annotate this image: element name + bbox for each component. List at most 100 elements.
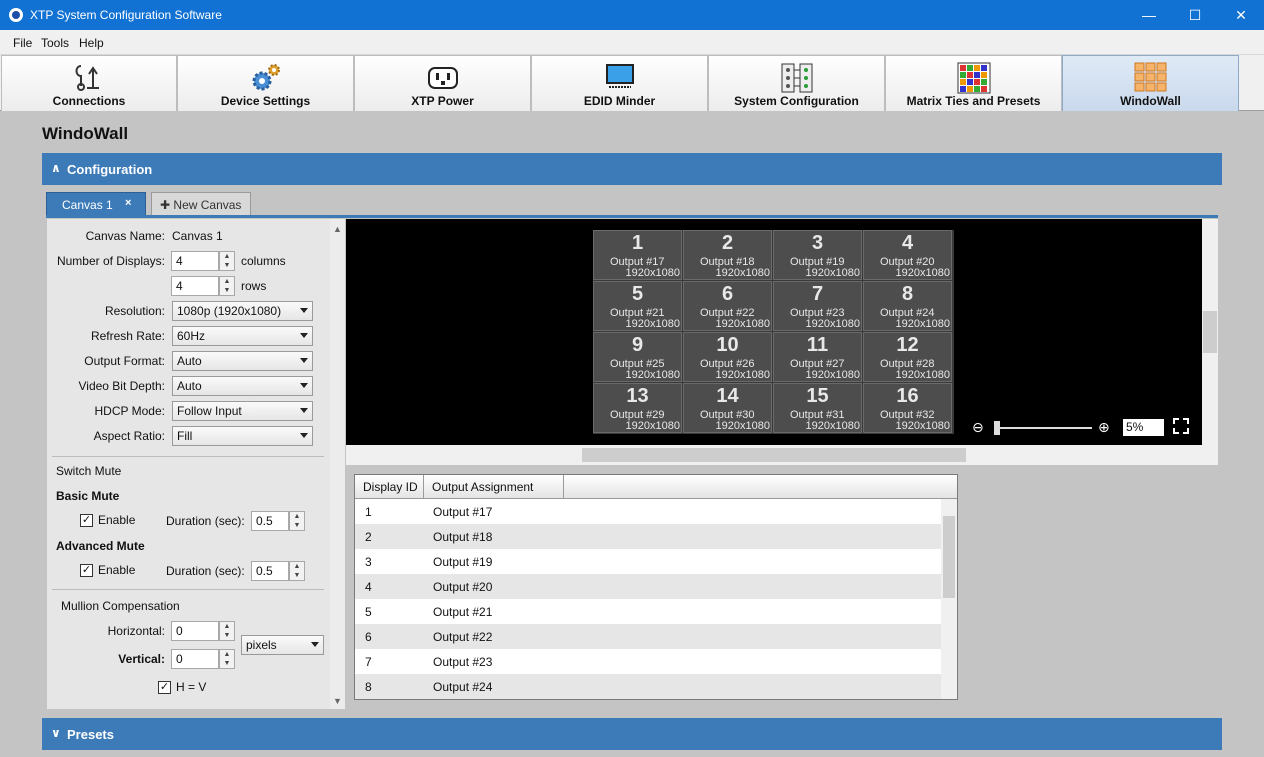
display-cell[interactable]: 12 Output #28 1920x1080 — [863, 332, 952, 382]
video-bit-depth-select[interactable]: Auto — [172, 376, 313, 396]
toolbar-matrix-ties-presets[interactable]: Matrix Ties and Presets — [885, 55, 1062, 111]
presets-section-header[interactable]: ∨ Presets — [42, 718, 1222, 750]
toolbar-windowall[interactable]: WindoWall — [1062, 55, 1239, 111]
display-cell[interactable]: 13 Output #29 1920x1080 — [593, 383, 682, 433]
display-cell[interactable]: 3 Output #19 1920x1080 — [773, 230, 862, 280]
advanced-mute-enable-checkbox[interactable]: ✓ — [80, 564, 93, 577]
close-tab-icon[interactable]: × — [125, 197, 131, 209]
configuration-section-header[interactable]: ∧ Configuration — [42, 153, 1222, 185]
table-row[interactable]: 5 Output #21 — [355, 599, 941, 624]
stepper-down-icon[interactable]: ▼ — [220, 261, 234, 270]
menu-file[interactable]: File — [13, 36, 32, 50]
display-cell[interactable]: 16 Output #32 1920x1080 — [863, 383, 952, 433]
stepper-down-icon[interactable]: ▼ — [220, 659, 234, 668]
stepper-up-icon[interactable]: ▲ — [220, 622, 234, 631]
zoom-slider-handle[interactable] — [994, 421, 1000, 435]
horizontal-input[interactable]: 0 — [171, 621, 219, 641]
zoom-in-icon[interactable]: ⊕ — [1098, 419, 1110, 436]
close-window-button[interactable]: ✕ — [1218, 0, 1264, 30]
advanced-mute-duration-stepper[interactable]: ▲ ▼ — [289, 561, 305, 581]
h-equals-v-checkbox[interactable]: ✓ — [158, 681, 171, 694]
preview-horizontal-scrollbar[interactable] — [346, 445, 1202, 465]
display-cell[interactable]: 6 Output #22 1920x1080 — [683, 281, 772, 331]
new-canvas-button[interactable]: ✚ New Canvas — [151, 192, 251, 216]
hdcp-mode-select[interactable]: Follow Input — [172, 401, 313, 421]
resolution-select[interactable]: 1080p (1920x1080) — [172, 301, 313, 321]
display-cell[interactable]: 5 Output #21 1920x1080 — [593, 281, 682, 331]
stepper-down-icon[interactable]: ▼ — [220, 286, 234, 295]
table-scrollbar[interactable] — [941, 499, 957, 699]
zoom-level-input[interactable]: 5% — [1123, 419, 1164, 436]
columns-stepper[interactable]: ▲ ▼ — [219, 251, 235, 271]
display-cell[interactable]: 4 Output #20 1920x1080 — [863, 230, 952, 280]
table-row[interactable]: 1 Output #17 — [355, 499, 941, 524]
columns-input[interactable]: 4 — [171, 251, 219, 271]
minimize-button[interactable]: — — [1126, 0, 1172, 30]
settings-scrollbar[interactable]: ▲ ▼ — [330, 219, 345, 709]
rows-input[interactable]: 4 — [171, 276, 219, 296]
display-cell[interactable]: 9 Output #25 1920x1080 — [593, 332, 682, 382]
vertical-input[interactable]: 0 — [171, 649, 219, 669]
column-divider[interactable] — [563, 475, 564, 499]
display-number: 16 — [896, 385, 919, 407]
rows-stepper[interactable]: ▲ ▼ — [219, 276, 235, 296]
stepper-down-icon[interactable]: ▼ — [290, 571, 304, 580]
display-cell[interactable]: 11 Output #27 1920x1080 — [773, 332, 862, 382]
vertical-stepper[interactable]: ▲ ▼ — [219, 649, 235, 669]
display-cell[interactable]: 2 Output #18 1920x1080 — [683, 230, 772, 280]
toolbar-connections[interactable]: Connections — [1, 55, 177, 111]
column-divider[interactable] — [423, 475, 424, 499]
display-cell[interactable]: 8 Output #24 1920x1080 — [863, 281, 952, 331]
table-row[interactable]: 3 Output #19 — [355, 549, 941, 574]
zoom-out-icon[interactable]: ⊖ — [972, 419, 984, 436]
basic-mute-enable-checkbox[interactable]: ✓ — [80, 514, 93, 527]
canvas-preview[interactable]: 1 Output #17 1920x1080 2 Output #18 1920x1080… — [346, 219, 1202, 445]
mullion-units-select[interactable]: pixels — [241, 635, 324, 655]
preview-vertical-scrollbar[interactable] — [1202, 219, 1218, 445]
table-row[interactable]: 8 Output #24 — [355, 674, 941, 699]
scroll-thumb[interactable] — [582, 448, 966, 462]
toolbar-system-configuration[interactable]: System Configuration — [708, 55, 885, 111]
stepper-up-icon[interactable]: ▲ — [220, 277, 234, 286]
table-row[interactable]: 6 Output #22 — [355, 624, 941, 649]
stepper-up-icon[interactable]: ▲ — [290, 512, 304, 521]
toolbar-device-settings[interactable]: Device Settings — [177, 55, 354, 111]
advanced-mute-duration-input[interactable]: 0.5 — [251, 561, 289, 581]
scroll-thumb[interactable] — [1203, 311, 1217, 353]
stepper-up-icon[interactable]: ▲ — [220, 650, 234, 659]
column-header-display-id[interactable]: Display ID — [363, 480, 418, 494]
aspect-ratio-select[interactable]: Fill — [172, 426, 313, 446]
stepper-up-icon[interactable]: ▲ — [220, 252, 234, 261]
refresh-rate-select[interactable]: 60Hz — [172, 326, 313, 346]
zoom-slider[interactable] — [996, 427, 1092, 429]
display-cell[interactable]: 1 Output #17 1920x1080 — [593, 230, 682, 280]
display-cell[interactable]: 7 Output #23 1920x1080 — [773, 281, 862, 331]
display-cell[interactable]: 10 Output #26 1920x1080 — [683, 332, 772, 382]
toolbar-xtp-power[interactable]: XTP Power — [354, 55, 531, 111]
menu-help[interactable]: Help — [79, 36, 104, 50]
menu-tools[interactable]: Tools — [41, 36, 69, 50]
monitor-icon — [605, 64, 634, 88]
tab-canvas-1[interactable]: Canvas 1 × — [46, 192, 146, 216]
display-number: 5 — [631, 283, 644, 305]
maximize-button[interactable]: ☐ — [1172, 0, 1218, 30]
stepper-down-icon[interactable]: ▼ — [220, 631, 234, 640]
fit-to-screen-icon[interactable] — [1173, 418, 1189, 434]
scroll-thumb[interactable] — [943, 516, 955, 598]
stepper-down-icon[interactable]: ▼ — [290, 521, 304, 530]
toolbar-edid-minder[interactable]: EDID Minder — [531, 55, 708, 111]
scroll-down-icon[interactable]: ▼ — [333, 696, 342, 706]
table-row[interactable]: 7 Output #23 — [355, 649, 941, 674]
table-row[interactable]: 2 Output #18 — [355, 524, 941, 549]
scroll-up-icon[interactable]: ▲ — [333, 224, 342, 234]
output-format-select[interactable]: Auto — [172, 351, 313, 371]
column-header-output-assignment[interactable]: Output Assignment — [432, 480, 533, 494]
stepper-up-icon[interactable]: ▲ — [290, 562, 304, 571]
horizontal-stepper[interactable]: ▲ ▼ — [219, 621, 235, 641]
display-cell[interactable]: 15 Output #31 1920x1080 — [773, 383, 862, 433]
basic-mute-duration-input[interactable]: 0.5 — [251, 511, 289, 531]
display-cell[interactable]: 14 Output #30 1920x1080 — [683, 383, 772, 433]
display-id-cell: 5 — [365, 605, 372, 619]
basic-mute-duration-stepper[interactable]: ▲ ▼ — [289, 511, 305, 531]
table-row[interactable]: 4 Output #20 — [355, 574, 941, 599]
